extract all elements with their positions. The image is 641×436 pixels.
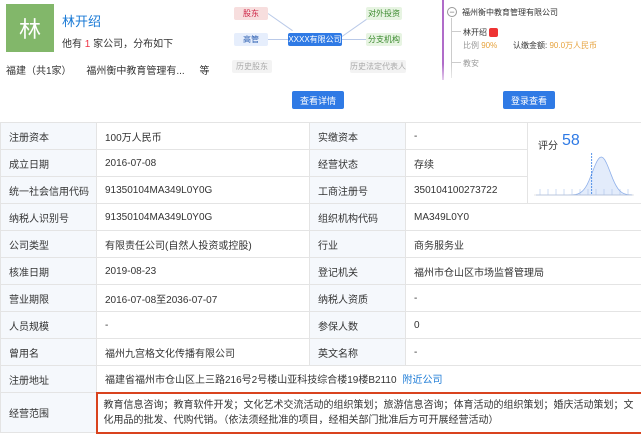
field-value: - xyxy=(96,311,310,339)
table-row: 公司类型 有限责任公司(自然人投资或控股) 行业 商务服务业 xyxy=(0,230,641,258)
table-row: 纳税人识别号 91350104MA349L0Y0G 组织机构代码 MA349L0Y0 xyxy=(0,203,641,231)
summary-suffix: 家公司，分布如下 xyxy=(93,39,174,50)
score-label: 评分 xyxy=(538,141,558,152)
graph-node-history-legal-rep: 历史法定代表人 xyxy=(350,60,406,73)
person-card: 林 林开绍 他有 1 家公司，分布如下 福建（共1家） 福州衡中教育管理有...… xyxy=(6,4,209,116)
company-count: 1 xyxy=(84,39,91,50)
score-distribution-chart xyxy=(534,153,634,196)
shareholder-person: 林开绍 xyxy=(463,27,498,38)
field-label: 核准日期 xyxy=(0,257,97,285)
field-label: 经营范围 xyxy=(0,392,97,433)
field-value: 2016-07-08至2036-07-07 xyxy=(96,284,310,312)
field-label: 营业期限 xyxy=(0,284,97,312)
avatar: 林 xyxy=(6,4,54,52)
field-value: 91350104MA349L0Y0G xyxy=(96,203,310,231)
person-name-link[interactable]: 林开绍 xyxy=(62,11,101,30)
field-label: 统一社会信用代码 xyxy=(0,176,97,204)
amount-label: 认缴金额: xyxy=(513,41,548,50)
graph-edge xyxy=(341,18,367,37)
tree-branch xyxy=(451,62,461,63)
graph-node-branch: 分支机构 xyxy=(366,33,402,46)
field-label: 纳税人识别号 xyxy=(0,203,97,231)
graph-node-shareholder: 股东 xyxy=(234,7,268,20)
field-value: 商务服务业 xyxy=(405,230,641,258)
view-details-button[interactable]: 查看详情 xyxy=(292,91,344,109)
graph-edge xyxy=(267,13,293,32)
field-label: 英文名称 xyxy=(309,338,406,366)
field-value: 有限责任公司(自然人投资或控股) xyxy=(96,230,310,258)
score-curve xyxy=(536,156,633,196)
graph-node-investment: 对外投资 xyxy=(366,7,402,20)
field-label: 成立日期 xyxy=(0,149,97,177)
shareholder-name: 林开绍 xyxy=(463,28,487,37)
company-link[interactable]: 福州衡中教育管理有... xyxy=(86,66,184,77)
etc-label: 等 xyxy=(199,66,210,77)
shareholder-company: 福州衡中教育管理有限公司 xyxy=(462,8,558,17)
table-row: 注册地址 福建省福州市仓山区上三路216号2号楼山亚科技综合楼19楼B2110 附近… xyxy=(0,365,641,393)
field-value: - xyxy=(405,284,641,312)
tree-branch xyxy=(451,31,461,32)
top-panel: 林 林开绍 他有 1 家公司，分布如下 福建（共1家） 福州衡中教育管理有...… xyxy=(0,0,641,122)
graph-edge xyxy=(342,39,366,40)
person-distribution: 福建（共1家） 福州衡中教育管理有... 等 xyxy=(6,62,221,77)
graph-node-executive: 高管 xyxy=(234,33,268,46)
field-label: 曾用名 xyxy=(0,338,97,366)
shareholder-amount: 认缴金额: 90.0万人民币 xyxy=(513,40,597,51)
address-value: 福建省福州市仓山区上三路216号2号楼山亚科技综合楼19楼B2110 xyxy=(105,375,397,387)
field-label: 注册资本 xyxy=(0,122,97,150)
company-info-table: 注册资本 100万人民币 实缴资本 - 评分 58 成立日期 2016-07-08 经营状态 存续… xyxy=(0,122,641,434)
table-row: 人员规模 - 参保人数 0 xyxy=(0,311,641,339)
field-label: 参保人数 xyxy=(309,311,406,339)
field-label: 纳税人资质 xyxy=(309,284,406,312)
field-label: 登记机关 xyxy=(309,257,406,285)
field-label: 人员规模 xyxy=(0,311,97,339)
fade-overlay xyxy=(435,64,615,88)
field-label: 实缴资本 xyxy=(309,122,406,150)
field-label: 工商注册号 xyxy=(309,176,406,204)
ratio-label: 比例 xyxy=(463,41,479,50)
field-label: 经营状态 xyxy=(309,149,406,177)
table-row: 注册资本 100万人民币 实缴资本 - 评分 58 xyxy=(0,122,641,204)
tag-icon xyxy=(489,28,498,38)
field-label: 组织机构代码 xyxy=(309,203,406,231)
summary-prefix: 他有 xyxy=(62,39,82,50)
score-value: 58 xyxy=(562,132,580,149)
region-label: 福建（共1家） xyxy=(6,66,72,77)
score-panel: 评分 58 xyxy=(527,122,641,204)
field-label: 注册地址 xyxy=(0,365,97,393)
field-value: - xyxy=(405,122,528,150)
table-row: 曾用名 福州九宫格文化传播有限公司 英文名称 - xyxy=(0,338,641,366)
field-value: MA349L0Y0 xyxy=(405,203,641,231)
graph-node-company: XXXX有限公司 xyxy=(288,33,342,46)
field-value: 福建省福州市仓山区上三路216号2号楼山亚科技综合楼19楼B2110 附近公司 xyxy=(96,365,641,393)
collapse-icon[interactable]: − xyxy=(447,7,457,17)
shareholder-card: − 福州衡中教育管理有限公司 林开绍 比例 90% 认缴金额: 90.0万人民币… xyxy=(435,0,615,114)
amount-value: 90.0万人民币 xyxy=(549,41,598,50)
nearby-company-link[interactable]: 附近公司 xyxy=(403,375,443,386)
field-value: 350104100273722 xyxy=(405,176,528,204)
field-value: 存续 xyxy=(405,149,528,177)
field-value: 福州市仓山区市场监督管理局 xyxy=(405,257,641,285)
field-label: 行业 xyxy=(309,230,406,258)
graph-node-history-shareholder: 历史股东 xyxy=(232,60,272,73)
table-row: 营业期限 2016-07-08至2036-07-07 纳税人资质 - xyxy=(0,284,641,312)
field-label: 公司类型 xyxy=(0,230,97,258)
field-value: 福州九宫格文化传播有限公司 xyxy=(96,338,310,366)
person-summary: 他有 1 家公司，分布如下 xyxy=(62,35,173,50)
field-value: - xyxy=(405,338,641,366)
field-value: 100万人民币 xyxy=(96,122,310,150)
shareholder-ratio: 比例 90% xyxy=(463,40,497,51)
field-value: 0 xyxy=(405,311,641,339)
field-value: 91350104MA349L0Y0G xyxy=(96,176,310,204)
table-row: 核准日期 2019-08-23 登记机关 福州市仓山区市场监督管理局 xyxy=(0,257,641,285)
table-row: 经营范围 教育信息咨询；教育软件开发；文化艺术交流活动的组织策划；旅游信息咨询；体… xyxy=(0,391,641,434)
ratio-value: 90% xyxy=(481,41,498,50)
field-value: 2019-08-23 xyxy=(96,257,310,285)
graph-edge xyxy=(268,39,288,40)
login-view-button[interactable]: 登录查看 xyxy=(503,91,555,109)
relation-graph-card: 股东 高管 历史股东 XXXX有限公司 对外投资 分支机构 历史法定代表人 查看… xyxy=(222,0,410,114)
business-scope-value: 教育信息咨询；教育软件开发；文化艺术交流活动的组织策划；旅游信息咨询；体育活动的… xyxy=(95,391,641,434)
field-value: 2016-07-08 xyxy=(96,149,310,177)
